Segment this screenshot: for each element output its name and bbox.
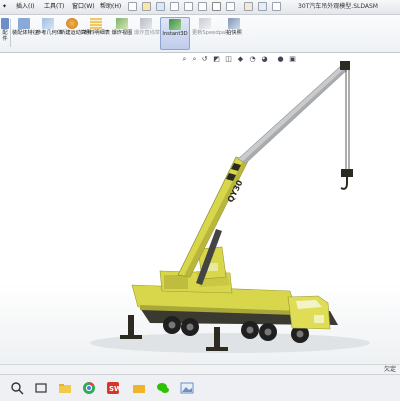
wechat-icon[interactable] xyxy=(156,381,170,395)
exploded-view-icon xyxy=(116,18,128,29)
update-speedpak-button[interactable]: 更新Speedpak xyxy=(192,17,229,50)
explode-line-sketch-icon xyxy=(140,18,152,29)
view-settings-icon[interactable]: ▣ xyxy=(288,55,297,64)
apply-scene-icon[interactable]: ● xyxy=(276,55,285,64)
image-viewer-icon[interactable] xyxy=(180,381,194,395)
mate-label-bottom: 件 xyxy=(2,36,8,42)
crane-3d-model[interactable]: QY30 xyxy=(0,53,400,373)
section-view-icon[interactable]: ◩ xyxy=(212,55,221,64)
reference-geometry-label: 参考几何体 xyxy=(36,30,62,36)
update-speedpak-label: 更新Speedpak xyxy=(192,30,229,36)
menu-help[interactable]: 帮助(H) xyxy=(100,2,121,12)
hook-block xyxy=(341,169,353,177)
view-orientation-icon[interactable]: ◫ xyxy=(224,55,233,64)
motion-study-icon xyxy=(66,18,78,29)
open-file-icon[interactable] xyxy=(142,2,151,11)
options-dropdown-icon[interactable] xyxy=(272,2,281,11)
hide-show-items-icon[interactable]: ◔ xyxy=(248,55,257,64)
instant3d-button[interactable]: Instant3D xyxy=(160,17,190,50)
edit-appearance-icon[interactable]: ◕ xyxy=(260,55,269,64)
display-style-icon[interactable]: ◆ xyxy=(236,55,245,64)
instant3d-label: Instant3D xyxy=(162,31,188,37)
reference-geometry-button[interactable]: 参考几何体 xyxy=(36,17,62,50)
explode-line-sketch-label: 爆炸直线草图 xyxy=(134,30,166,36)
mate-icon xyxy=(1,18,9,29)
document-title: 30T汽车吊外观模型.SLDASM xyxy=(298,3,378,10)
zoom-to-fit-icon[interactable]: ⌕ xyxy=(180,55,189,64)
save-icon[interactable] xyxy=(156,2,165,11)
graphics-area[interactable]: ⌕ ⌕ ↺ ◩ ◫ ◆ ◔ ◕ ● ▣ QY30 xyxy=(0,53,400,373)
boom-head xyxy=(340,61,350,70)
ribbon-separator xyxy=(10,19,11,47)
chrome-browser-icon[interactable] xyxy=(82,381,96,395)
solidworks-app-icon[interactable]: SW xyxy=(106,381,122,395)
undo-icon[interactable] xyxy=(184,2,193,11)
rebuild-icon[interactable] xyxy=(226,2,235,11)
explode-line-sketch-button[interactable]: 爆炸直线草图 xyxy=(134,17,166,50)
command-manager: 配 件 装配体特征 参考几何体 新建运动算例 材料明细表 爆炸视图 爆炸直线草图… xyxy=(0,15,400,53)
menu-tools[interactable]: 工具(T) xyxy=(44,2,64,12)
menu-window[interactable]: 窗口(W) xyxy=(72,2,95,12)
mate-button[interactable]: 配 件 xyxy=(0,17,10,50)
camera-icon xyxy=(228,18,240,29)
task-view-icon[interactable] xyxy=(34,381,48,395)
redo-icon[interactable] xyxy=(198,2,207,11)
truck-cab xyxy=(287,295,331,330)
take-snapshot-label: 拍快照 xyxy=(226,30,242,36)
exploded-view-button[interactable]: 爆炸视图 xyxy=(110,17,134,50)
folder-icon[interactable] xyxy=(132,381,146,395)
reference-geometry-icon xyxy=(42,18,54,29)
boom-telescopic-section xyxy=(237,64,349,164)
menu-bar: ✦ 插入(I) 工具(T) 窗口(W) 帮助(H) 30T汽车吊外观模型.SLD… xyxy=(0,0,400,15)
new-motion-study-label: 新建运动算例 xyxy=(60,30,92,36)
zoom-to-area-icon[interactable]: ⌕ xyxy=(190,55,199,64)
take-snapshot-button[interactable]: 拍快照 xyxy=(222,17,246,50)
crane-hook xyxy=(340,177,348,190)
instant3d-icon xyxy=(169,19,181,30)
options-gear-icon[interactable] xyxy=(258,2,267,11)
assembly-features-label: 装配体特征 xyxy=(12,30,38,36)
previous-view-icon[interactable]: ↺ xyxy=(200,55,209,64)
svg-text:SW: SW xyxy=(109,385,120,393)
new-document-icon[interactable] xyxy=(128,2,137,11)
search-icon[interactable] xyxy=(10,381,24,395)
select-arrow-icon[interactable] xyxy=(212,2,221,11)
file-explorer-icon[interactable] xyxy=(58,381,72,395)
taskbar: SW xyxy=(0,374,400,401)
exploded-view-label: 爆炸视图 xyxy=(111,30,133,36)
file-properties-icon[interactable] xyxy=(244,2,253,11)
new-motion-study-button[interactable]: 新建运动算例 xyxy=(60,17,92,50)
pin-icon[interactable]: ✦ xyxy=(2,2,7,12)
assembly-features-icon xyxy=(18,18,30,29)
print-icon[interactable] xyxy=(170,2,179,11)
bill-of-materials-button[interactable]: 材料明细表 xyxy=(84,17,110,50)
bill-of-materials-icon xyxy=(90,18,102,29)
menu-insert[interactable]: 插入(I) xyxy=(16,2,34,12)
bill-of-materials-label: 材料明细表 xyxy=(84,30,110,36)
speedpak-icon xyxy=(199,18,211,29)
assembly-features-button[interactable]: 装配体特征 xyxy=(12,17,38,50)
